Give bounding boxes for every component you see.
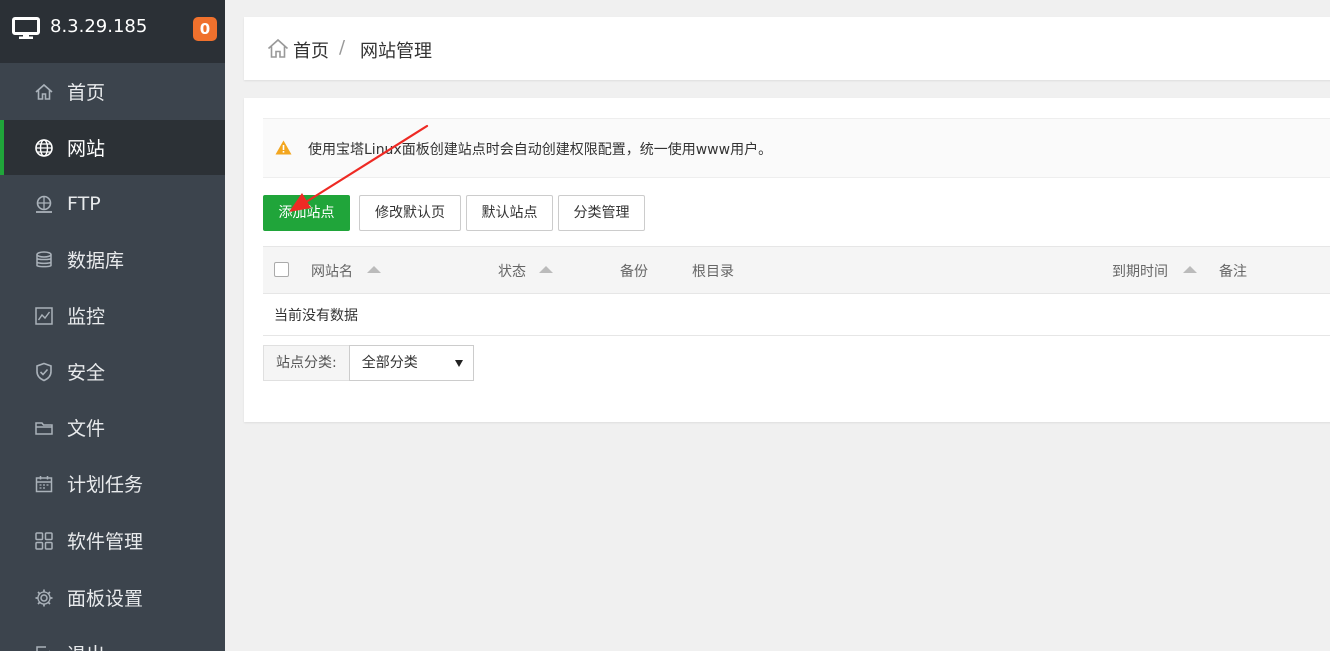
notification-badge[interactable]: 0 [193, 17, 217, 41]
globe-icon [34, 138, 54, 158]
sidebar-item-security[interactable]: 安全 [0, 344, 225, 399]
sidebar-item-label: FTP [67, 192, 101, 215]
table-empty-row: 当前没有数据 [263, 293, 1330, 336]
ftp-icon [34, 194, 54, 214]
category-manage-button[interactable]: 分类管理 [558, 195, 645, 231]
dropdown-arrow-icon [454, 360, 463, 367]
home-icon [34, 82, 54, 102]
sidebar-item-label: 计划任务 [67, 474, 144, 496]
gear-icon [34, 588, 54, 608]
column-header-backup: 备份 [620, 264, 648, 280]
notice-text: 使用宝塔Linux面板创建站点时会自动创建权限配置，统一使用www用户。 [308, 142, 773, 158]
sidebar-item-label: 网站 [67, 138, 106, 160]
breadcrumb-current: 网站管理 [360, 41, 432, 62]
modify-default-page-button[interactable]: 修改默认页 [359, 195, 461, 231]
category-select-value: 全部分类 [361, 355, 418, 371]
sort-icon[interactable] [367, 266, 381, 273]
category-select[interactable]: 全部分类 [348, 345, 474, 381]
sidebar-item-cron[interactable]: 计划任务 [0, 456, 225, 511]
sidebar-item-home[interactable]: 首页 [0, 64, 225, 119]
breadcrumb-home-link[interactable]: 首页 [293, 37, 329, 63]
server-ip: 8.3.29.185 [50, 16, 148, 37]
grid-icon [34, 531, 54, 551]
database-icon [34, 250, 54, 270]
calendar-icon [34, 474, 54, 494]
sidebar-item-label: 安全 [67, 362, 106, 384]
monitor-icon [34, 306, 54, 326]
select-all-checkbox[interactable] [274, 262, 289, 277]
category-filter-label: 站点分类: [263, 345, 349, 381]
server-header: 8.3.29.185 0 [0, 0, 225, 63]
column-header-status[interactable]: 状态 [498, 261, 526, 281]
sidebar-item-label: 首页 [67, 82, 106, 104]
sidebar-item-files[interactable]: 文件 [0, 400, 225, 455]
sidebar-item-logout[interactable]: 退出 [0, 626, 225, 651]
sort-icon[interactable] [1183, 266, 1197, 273]
sidebar-item-label: 软件管理 [67, 531, 144, 553]
sidebar-item-ftp[interactable]: FTP [0, 176, 225, 231]
add-site-button[interactable]: 添加站点 [263, 195, 350, 231]
sidebar-item-software[interactable]: 软件管理 [0, 513, 225, 568]
breadcrumb: 首页 / 网站管理 [244, 17, 1330, 80]
sidebar-item-label: 退出 [67, 640, 105, 651]
home-icon[interactable] [267, 38, 289, 63]
sidebar-item-label: 监控 [67, 306, 106, 328]
logout-icon [34, 644, 54, 651]
category-filter: 站点分类: 全部分类 [263, 345, 474, 381]
folder-icon [34, 418, 54, 438]
empty-text: 当前没有数据 [274, 308, 358, 324]
sidebar-item-database[interactable]: 数据库 [0, 232, 225, 287]
notice-bar: 使用宝塔Linux面板创建站点时会自动创建权限配置，统一使用www用户。 [263, 118, 1330, 178]
table-header: 网站名 状态 备份 根目录 到期时间 备注 [263, 246, 1330, 294]
monitor-screen-icon [12, 17, 40, 43]
column-header-expiry[interactable]: 到期时间 [1112, 261, 1168, 281]
site-management-panel: 使用宝塔Linux面板创建站点时会自动创建权限配置，统一使用www用户。 添加站… [244, 98, 1330, 422]
column-header-remark: 备注 [1219, 264, 1247, 280]
sidebar-item-label: 数据库 [67, 250, 125, 272]
sort-icon[interactable] [539, 266, 553, 273]
sidebar: 8.3.29.185 0 首页 网站 FTP 数据库 监控 安全 文件 计划任务… [0, 0, 225, 651]
default-site-button[interactable]: 默认站点 [466, 195, 553, 231]
shield-icon [34, 362, 54, 382]
column-header-root-dir: 根目录 [692, 264, 734, 280]
column-header-site-name[interactable]: 网站名 [311, 261, 353, 281]
sidebar-item-website[interactable]: 网站 [0, 120, 225, 175]
sidebar-item-settings[interactable]: 面板设置 [0, 570, 225, 625]
breadcrumb-separator: / [339, 37, 346, 58]
sidebar-item-label: 文件 [67, 418, 106, 440]
sidebar-item-monitor[interactable]: 监控 [0, 288, 225, 343]
sidebar-item-label: 面板设置 [67, 588, 144, 610]
warning-icon [275, 140, 292, 159]
